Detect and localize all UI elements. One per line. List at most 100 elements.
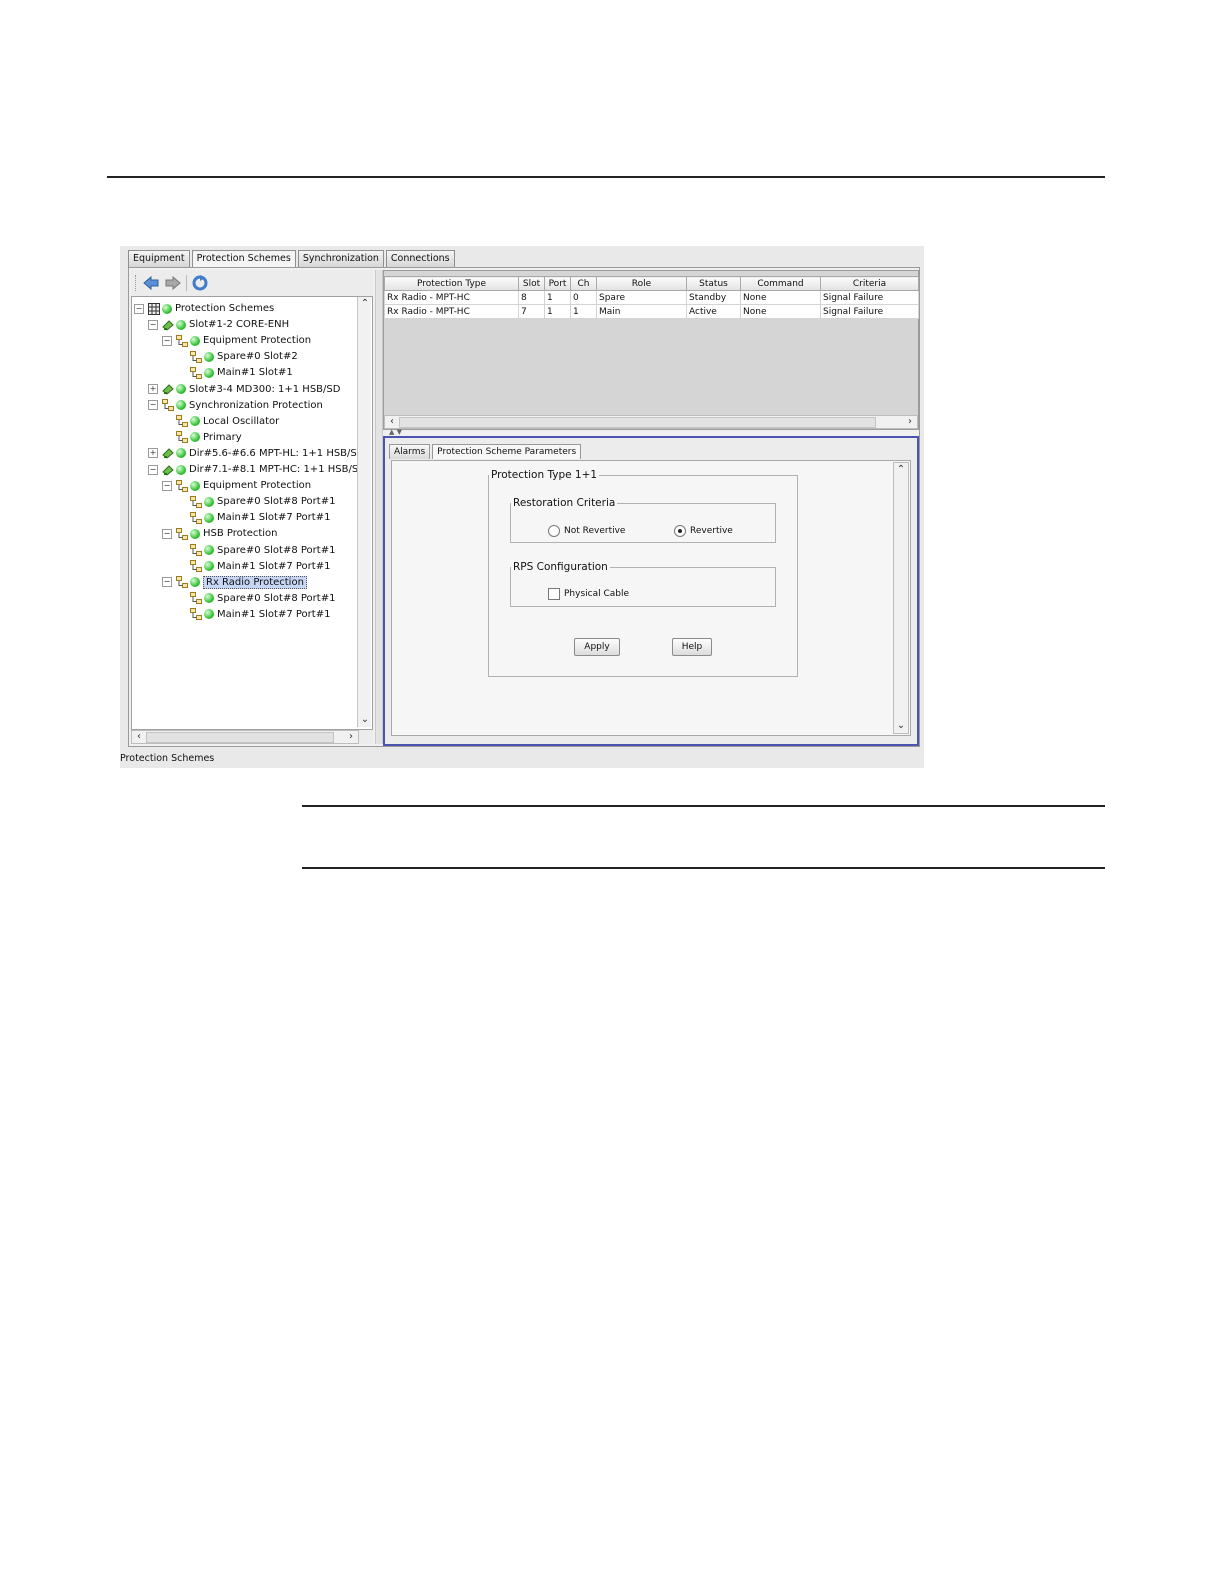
help-button[interactable]: Help	[672, 638, 712, 656]
tree-node[interactable]: − Equipment Protection	[162, 478, 311, 493]
hierarchy-icon	[176, 415, 188, 428]
apply-button[interactable]: Apply	[574, 638, 620, 656]
collapse-toggle[interactable]: −	[134, 303, 144, 314]
table-cell: Spare	[596, 290, 687, 305]
tree-node[interactable]: Spare#0 Slot#8 Port#1	[176, 591, 335, 606]
scroll-left-icon[interactable]: ‹	[132, 730, 146, 744]
tree-node[interactable]: Main#1 Slot#1	[176, 365, 293, 380]
tree-node[interactable]: − Equipment Protection	[162, 333, 311, 348]
column-header[interactable]: Criteria	[820, 276, 919, 291]
scroll-thumb[interactable]	[399, 417, 876, 428]
scroll-thumb[interactable]	[146, 732, 334, 743]
physical-cable-checkbox[interactable]	[548, 588, 560, 600]
column-header[interactable]: Command	[740, 276, 821, 291]
tree-node[interactable]: + Dir#5.6-#6.6 MPT-HL: 1+1 HSB/S	[148, 446, 357, 461]
tree-node[interactable]: Spare#0 Slot#8 Port#1	[176, 543, 335, 558]
collapse-toggle[interactable]: −	[148, 319, 158, 330]
parameters-vertical-scrollbar[interactable]: ⌃ ⌄	[893, 462, 909, 734]
status-green-icon	[204, 512, 214, 523]
expand-toggle[interactable]: +	[148, 448, 158, 459]
not-revertive-radio[interactable]	[548, 525, 560, 537]
column-header[interactable]: Ch	[570, 276, 597, 291]
tab-connections[interactable]: Connections	[385, 250, 455, 267]
hierarchy-icon	[190, 592, 202, 605]
revertive-option[interactable]: Revertive	[674, 525, 733, 537]
scroll-up-icon[interactable]: ⌃	[894, 463, 908, 477]
tree-node[interactable]: Spare#0 Slot#2	[176, 349, 298, 364]
scroll-left-icon[interactable]: ‹	[385, 415, 399, 429]
tree-node-label: Local Oscillator	[203, 415, 280, 427]
tab-equipment[interactable]: Equipment	[128, 250, 190, 267]
tree-vertical-scrollbar[interactable]: ⌃ ⌄	[357, 297, 371, 727]
tree-node[interactable]: − Rx Radio Protection	[162, 575, 307, 590]
column-header[interactable]: Port	[544, 276, 571, 291]
hierarchy-icon	[176, 527, 188, 540]
back-arrow-icon[interactable]	[142, 274, 160, 292]
tree-node[interactable]: Main#1 Slot#7 Port#1	[176, 607, 330, 622]
tree-node[interactable]: Primary	[162, 430, 242, 445]
scroll-down-icon[interactable]: ⌄	[894, 719, 908, 733]
table-cell: 0	[570, 290, 597, 305]
tree-root[interactable]: − Protection Schemes	[134, 301, 274, 316]
collapse-toggle[interactable]: −	[148, 464, 158, 475]
protection-schemes-window: Equipment Protection Schemes Synchroniza…	[120, 246, 924, 768]
status-green-icon	[190, 432, 200, 443]
collapse-toggle[interactable]: −	[162, 335, 172, 346]
status-green-icon	[162, 303, 172, 314]
tree-horizontal-scrollbar[interactable]: ‹ ›	[131, 730, 359, 744]
forward-arrow-icon[interactable]	[164, 274, 182, 292]
tree-node-label: Equipment Protection	[203, 480, 312, 492]
tab-protection-scheme-parameters[interactable]: Protection Scheme Parameters	[432, 444, 582, 459]
scroll-right-icon[interactable]: ›	[344, 730, 358, 744]
hierarchy-icon	[176, 479, 188, 492]
not-revertive-option[interactable]: Not Revertive	[548, 525, 625, 537]
tree-node[interactable]: + Slot#3-4 MD300: 1+1 HSB/SD	[148, 382, 340, 397]
tab-alarms[interactable]: Alarms	[389, 444, 431, 459]
scroll-down-icon[interactable]: ⌄	[358, 713, 372, 727]
tree-node[interactable]: − HSB Protection	[162, 526, 278, 541]
top-rule	[107, 176, 1105, 178]
table-horizontal-scrollbar[interactable]: ‹ ›	[384, 415, 918, 429]
collapse-toggle[interactable]: −	[162, 577, 172, 588]
tree-node-label: Main#1 Slot#7 Port#1	[217, 560, 331, 572]
tree-node[interactable]: − Dir#7.1-#8.1 MPT-HC: 1+1 HSB/S	[148, 462, 358, 477]
collapse-toggle[interactable]: −	[162, 480, 172, 491]
tree-node[interactable]: Main#1 Slot#7 Port#1	[176, 510, 330, 525]
revertive-radio[interactable]	[674, 525, 686, 537]
status-green-icon	[204, 561, 214, 572]
splitter-arrows-icon[interactable]: ▲ ▼	[389, 428, 402, 436]
table-cell: 7	[518, 304, 545, 319]
tree-node[interactable]: − Slot#1-2 CORE-ENH	[148, 317, 289, 332]
hierarchy-icon	[176, 431, 188, 444]
column-header[interactable]: Status	[686, 276, 741, 291]
table-row[interactable]: Rx Radio - MPT-HC 8 1 0 Spare Standby None Sign…	[384, 290, 919, 305]
tree-node[interactable]: Main#1 Slot#7 Port#1	[176, 559, 330, 574]
status-green-icon	[176, 384, 186, 394]
hierarchy-icon	[190, 560, 202, 573]
hierarchy-icon	[190, 350, 202, 363]
tab-synchronization[interactable]: Synchronization	[297, 250, 384, 267]
scroll-right-icon[interactable]: ›	[903, 415, 917, 429]
status-green-icon	[190, 335, 200, 346]
column-header[interactable]: Role	[596, 276, 687, 291]
table-row[interactable]: Rx Radio - MPT-HC 7 1 1 Main Active None Signal…	[384, 304, 919, 319]
collapse-toggle[interactable]: −	[162, 528, 172, 539]
tree-node[interactable]: − Synchronization Protection	[148, 398, 323, 413]
refresh-icon[interactable]	[191, 274, 209, 292]
tree-node[interactable]: Local Oscillator	[162, 414, 279, 429]
tree-node-label: Spare#0 Slot#8 Port#1	[217, 496, 336, 508]
table-cell: Rx Radio - MPT-HC	[384, 290, 519, 305]
column-header[interactable]: Slot	[518, 276, 545, 291]
physical-cable-option[interactable]: Physical Cable	[548, 588, 629, 600]
status-bar: Protection Schemes	[120, 753, 215, 764]
expand-toggle[interactable]: +	[148, 384, 158, 394]
pane-splitter[interactable]	[375, 270, 383, 744]
column-header[interactable]: Protection Type	[384, 276, 519, 291]
collapse-toggle[interactable]: −	[148, 400, 158, 411]
status-green-icon	[190, 528, 200, 539]
scroll-up-icon[interactable]: ⌃	[358, 297, 372, 311]
hierarchy-icon	[190, 511, 202, 524]
tab-protection-schemes[interactable]: Protection Schemes	[191, 250, 296, 268]
grid-icon	[148, 302, 160, 315]
tree-node[interactable]: Spare#0 Slot#8 Port#1	[176, 494, 335, 509]
